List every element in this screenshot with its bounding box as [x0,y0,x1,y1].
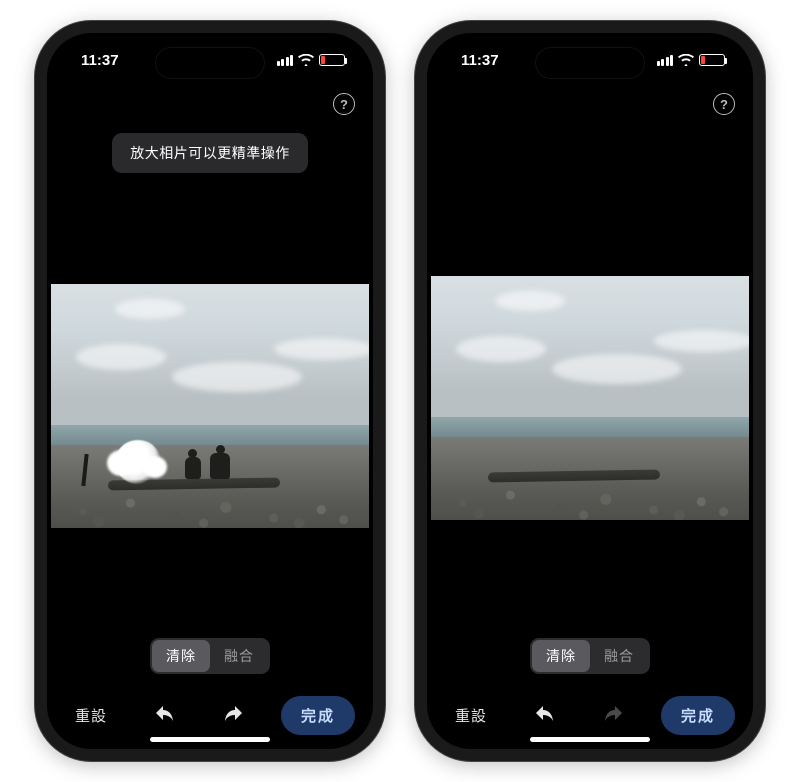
reset-button[interactable]: 重設 [445,697,497,734]
phone-mockup: 11:37 ? [415,21,765,761]
cellular-icon [277,55,294,66]
undo-button[interactable] [145,699,185,733]
photo-sky [431,276,749,427]
erase-brush-mark [115,440,161,484]
done-button[interactable]: 完成 [281,696,355,735]
done-button[interactable]: 完成 [661,696,735,735]
segment-blend[interactable]: 融合 [590,640,648,672]
zoom-tooltip: 放大相片可以更精準操作 [112,133,308,173]
dynamic-island [535,47,645,79]
photo-sky [51,284,369,435]
status-right [277,54,346,66]
battery-icon [699,54,725,66]
redo-button[interactable] [213,699,253,733]
photo-canvas[interactable] [47,173,373,638]
battery-icon [319,54,345,66]
mode-segmented[interactable]: 清除 融合 [150,638,270,674]
photo-person [185,449,201,479]
help-icon[interactable]: ? [713,93,735,115]
top-bar: ? [427,87,753,115]
redo-button [593,699,633,733]
mode-segmented-wrap: 清除 融合 [427,638,753,688]
help-icon[interactable]: ? [333,93,355,115]
segment-blend[interactable]: 融合 [210,640,268,672]
reset-button[interactable]: 重設 [65,697,117,734]
mode-segmented-wrap: 清除 融合 [47,638,373,688]
photo-person [210,445,230,479]
screen: 11:37 ? [427,33,753,749]
phone-mockup: 11:37 ? 放大相片可以更精準操作 [35,21,385,761]
top-bar: ? [47,87,373,115]
wifi-icon [298,54,314,66]
status-right [657,54,726,66]
undo-button[interactable] [525,699,565,733]
wifi-icon [678,54,694,66]
segment-erase[interactable]: 清除 [532,640,590,672]
dynamic-island [155,47,265,79]
home-indicator[interactable] [530,737,650,742]
status-time: 11:37 [81,52,119,69]
photo[interactable] [431,276,749,520]
segment-erase[interactable]: 清除 [152,640,210,672]
photo[interactable] [51,284,369,528]
screen: 11:37 ? 放大相片可以更精準操作 [47,33,373,749]
photo-canvas[interactable] [427,157,753,638]
mode-segmented[interactable]: 清除 融合 [530,638,650,674]
status-time: 11:37 [461,52,499,69]
home-indicator[interactable] [150,737,270,742]
cellular-icon [657,55,674,66]
